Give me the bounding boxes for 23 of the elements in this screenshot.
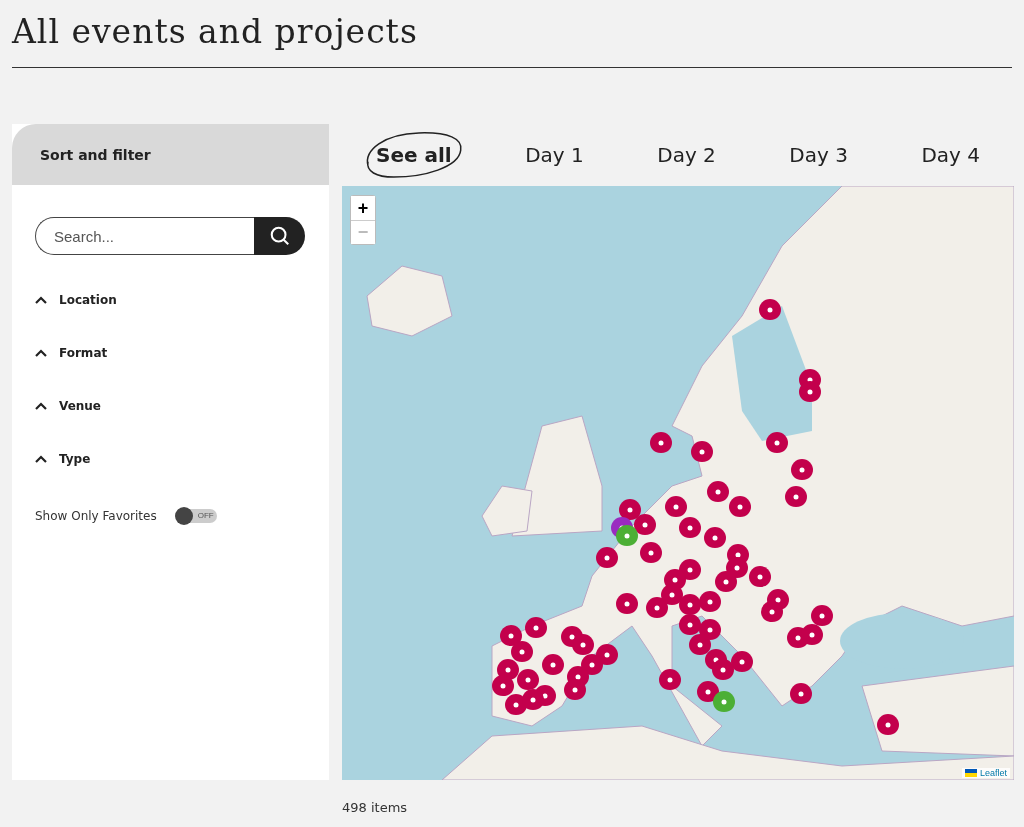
filter-toggle[interactable]: Venue — [35, 398, 305, 414]
filter-toggle[interactable]: Type — [35, 451, 305, 467]
day-tab[interactable]: Day 2 — [645, 131, 728, 179]
chevron-up-icon — [35, 296, 47, 304]
favorites-label: Show Only Favorites — [35, 509, 157, 523]
day-tab[interactable]: Day 4 — [909, 131, 992, 179]
favorites-switch[interactable]: OFF — [176, 509, 217, 523]
day-tab[interactable]: Day 1 — [513, 131, 596, 179]
chevron-up-icon — [35, 455, 47, 463]
day-tab[interactable]: See all — [364, 131, 464, 179]
result-count: 498 items — [342, 800, 409, 815]
search-field[interactable]: Search... — [35, 217, 254, 255]
page-title: All events and projects — [12, 12, 1012, 68]
chevron-up-icon — [35, 402, 47, 410]
search-button[interactable] — [254, 217, 305, 255]
flag-icon — [964, 769, 977, 777]
filter-toggle[interactable]: Location — [35, 292, 305, 308]
chevron-up-icon — [35, 349, 47, 357]
attribution-link[interactable]: Leaflet — [961, 768, 1010, 778]
search-icon — [268, 225, 291, 247]
panel-header: Sort and filter — [12, 124, 329, 185]
filter-toggle[interactable]: Format — [35, 345, 305, 361]
day-tab[interactable]: Day 3 — [777, 131, 860, 179]
